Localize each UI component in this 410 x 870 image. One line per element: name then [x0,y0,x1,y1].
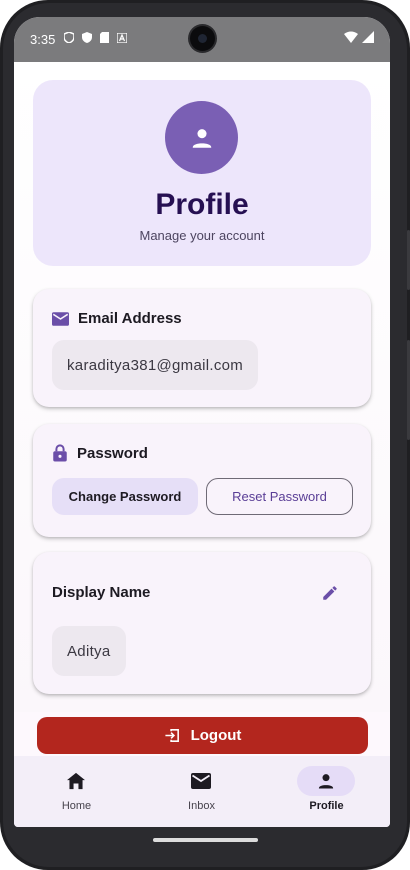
logout-label: Logout [190,727,242,744]
email-card: Email Address karaditya381@gmail.com [33,289,371,407]
change-password-button[interactable]: Change Password [52,478,198,515]
nav-profile-label: Profile [309,800,344,812]
front-camera [190,26,215,51]
mail-icon [52,311,69,326]
person-icon [192,128,211,148]
email-value: karaditya381@gmail.com [52,340,259,390]
mail-icon [191,773,211,789]
signal-icon [362,31,374,43]
display-name-card: Display Name Aditya [33,552,371,694]
status-time: 3:35 [30,32,56,47]
nav-item-inbox[interactable]: Inbox [139,756,264,827]
profile-content: Profile Manage your account Email Addres… [14,62,390,712]
email-card-header: Email Address [52,310,182,327]
nav-home-label: Home [61,800,92,812]
sd-card-icon [100,32,110,43]
pencil-icon[interactable] [321,584,339,602]
home-icon [67,772,85,790]
email-label: Email Address [78,310,182,327]
logout-icon [165,729,179,742]
nav-item-home[interactable]: Home [14,756,139,827]
display-name-header: Display Name [52,584,150,601]
password-card-header: Password [52,444,148,462]
page-subtitle: Manage your account [139,228,265,243]
status-bar: 3:35 [14,17,390,62]
page-title: Profile [155,188,249,221]
display-name-label: Display Name [52,584,151,601]
shield-icon [63,31,75,44]
person-icon [318,774,334,789]
password-label: Password [77,444,148,462]
password-card: Password Change Password Reset Password [33,424,371,537]
screen: 3:35 Profile Manage your account Email A… [14,17,390,827]
nav-profile-indicator [297,766,355,796]
status-notification-icons [63,31,128,46]
profile-header-card: Profile Manage your account [33,80,371,266]
bottom-navigation: Home Inbox Profile [14,756,390,827]
security-icon [82,32,93,43]
logout-button[interactable]: Logout [37,717,368,754]
a-icon [116,32,128,44]
reset-password-button[interactable]: Reset Password [206,478,353,515]
wifi-icon [344,31,359,43]
nav-item-profile[interactable]: Profile [264,756,389,827]
nav-inbox-label: Inbox [188,800,215,812]
nav-inbox-indicator [172,766,230,796]
nav-home-indicator [47,766,105,796]
gesture-bar[interactable] [153,838,258,842]
lock-icon [53,444,67,462]
phone-frame: 3:35 Profile Manage your account Email A… [0,0,410,870]
status-system-icons [344,31,374,46]
avatar [165,101,238,174]
display-name-value: Aditya [52,626,126,676]
